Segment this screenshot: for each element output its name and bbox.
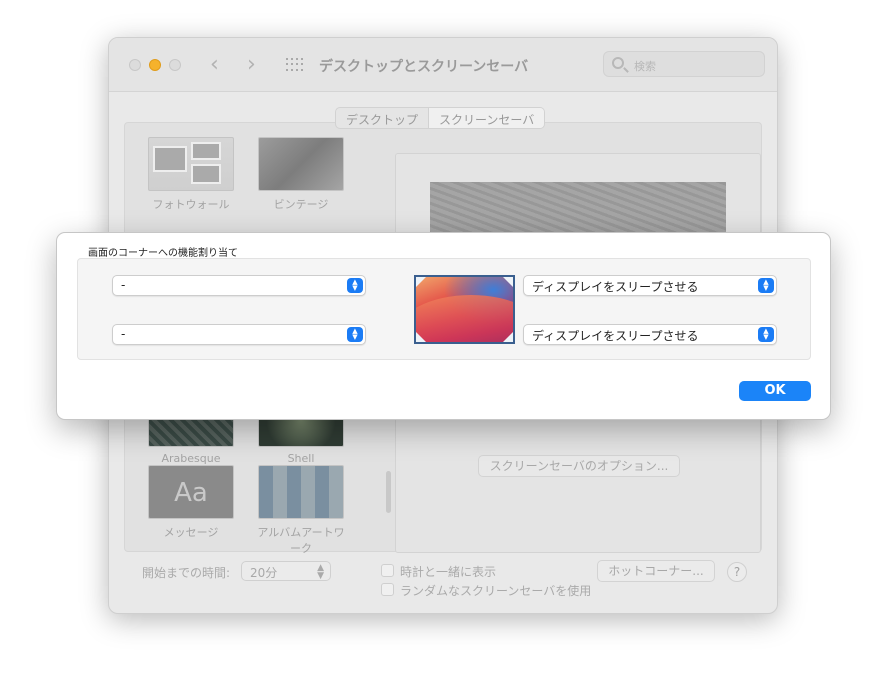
tab-desktop[interactable]: デスクトップ <box>336 108 428 128</box>
bottom-right-corner-value: ディスプレイをスリープさせる <box>532 329 699 343</box>
back-arrow-icon[interactable]: ‹ <box>210 52 219 77</box>
help-button[interactable]: ? <box>727 562 747 582</box>
ok-button[interactable]: OK <box>739 381 811 401</box>
vintage-thumbnail <box>258 137 344 191</box>
random-screensaver-checkbox[interactable] <box>381 583 394 596</box>
forward-arrow-icon[interactable]: › <box>247 52 256 77</box>
updown-arrows-icon: ▲ ▼ <box>347 278 363 293</box>
top-left-corner-popup[interactable]: - ▲ ▼ <box>112 275 366 296</box>
screen-corners-preview <box>414 275 515 344</box>
start-after-label: 開始までの時間: <box>142 566 231 580</box>
corner-marker-bottom-right <box>503 332 513 342</box>
page: ‹ › デスクトップとスクリーンセーバ 検索 フォトウォール ビンテージ Ara… <box>0 0 886 688</box>
zoom-button[interactable] <box>169 59 181 71</box>
search-field[interactable]: 検索 <box>603 51 765 77</box>
screensaver-item[interactable]: ビンテージ <box>253 137 349 212</box>
random-screensaver-label: ランダムなスクリーンセーバを使用 <box>400 584 592 598</box>
screensaver-item[interactable]: アルバムアートワーク <box>253 465 349 556</box>
corner-marker-top-right <box>503 277 513 287</box>
show-all-grid-icon[interactable] <box>286 58 303 72</box>
bottom-left-corner-value: - <box>121 327 126 341</box>
show-clock-checkbox[interactable] <box>381 564 394 577</box>
screensaver-label: Shell <box>287 452 315 465</box>
top-left-corner-value: - <box>121 278 126 292</box>
title-bar: ‹ › デスクトップとスクリーンセーバ 検索 <box>109 38 777 92</box>
minimize-button[interactable] <box>149 59 161 71</box>
screensaver-label: アルバムアートワーク <box>257 526 345 555</box>
close-button[interactable] <box>129 59 141 71</box>
bottom-left-corner-popup[interactable]: - ▲ ▼ <box>112 324 366 345</box>
hot-corners-button[interactable]: ホットコーナー... <box>597 560 715 582</box>
top-right-corner-value: ディスプレイをスリープさせる <box>532 280 699 294</box>
search-placeholder: 検索 <box>634 60 656 73</box>
updown-arrows-icon: ▲ ▼ <box>758 278 774 293</box>
screensaver-options-button[interactable]: スクリーンセーバのオプション... <box>478 455 680 477</box>
top-right-corner-popup[interactable]: ディスプレイをスリープさせる ▲ ▼ <box>523 275 777 296</box>
album-artwork-thumbnail <box>258 465 344 519</box>
screensaver-label: ビンテージ <box>273 198 329 211</box>
bottom-controls: 開始までの時間: 20分 ▲ ▼ 時計と一緒に表示 ランダムなスクリーンセーバを使… <box>109 558 777 614</box>
screensaver-label: メッセージ <box>163 526 219 539</box>
window-title: デスクトップとスクリーンセーバ <box>319 59 529 75</box>
message-thumbnail: Aa <box>148 465 234 519</box>
screensaver-label: Arabesque <box>161 452 221 465</box>
corner-marker-bottom-left <box>416 332 426 342</box>
corner-marker-top-left <box>416 277 426 287</box>
hot-corners-sheet: 画面のコーナーへの機能割り当て - ▲ ▼ - ▲ ▼ ディスプレイをスリープさせる… <box>56 232 831 420</box>
sheet-title: 画面のコーナーへの機能割り当て <box>88 248 238 259</box>
show-clock-label: 時計と一緒に表示 <box>400 565 497 579</box>
magnifier-icon <box>612 57 624 69</box>
start-after-value: 20分 <box>250 566 278 580</box>
updown-arrows-icon: ▲ ▼ <box>317 563 324 581</box>
screensaver-label: フォトウォール <box>152 198 230 211</box>
tab-bar: デスクトップ スクリーンセーバ <box>335 107 546 129</box>
start-after-popup[interactable]: 20分 ▲ ▼ <box>241 561 331 581</box>
tab-screensaver[interactable]: スクリーンセーバ <box>428 108 545 128</box>
updown-arrows-icon: ▲ ▼ <box>347 327 363 342</box>
updown-arrows-icon: ▲ ▼ <box>758 327 774 342</box>
bottom-right-corner-popup[interactable]: ディスプレイをスリープさせる ▲ ▼ <box>523 324 777 345</box>
screensaver-item[interactable]: Aa メッセージ <box>143 465 239 540</box>
screensaver-item[interactable]: フォトウォール <box>143 137 239 212</box>
corners-group: - ▲ ▼ - ▲ ▼ ディスプレイをスリープさせる ▲ ▼ ディスプレイをスリープさ… <box>77 258 811 360</box>
photo-wall-thumbnail <box>148 137 234 191</box>
